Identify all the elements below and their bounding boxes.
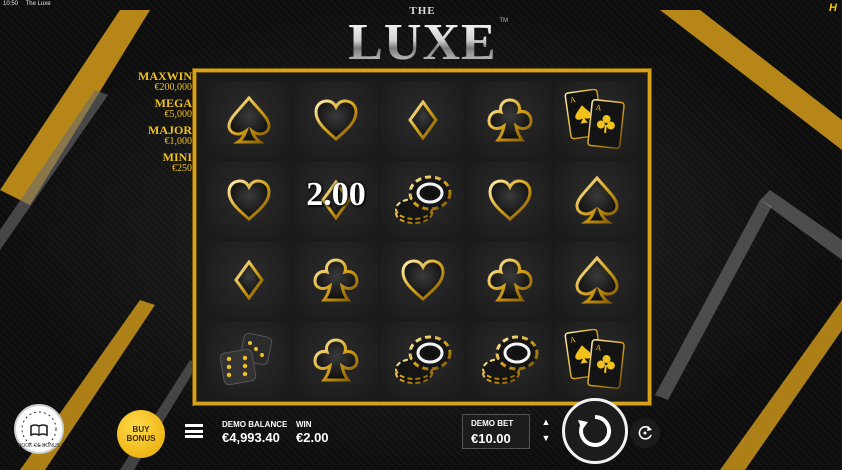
bet-display: DEMO BET €10.00	[462, 414, 530, 449]
reel-cell	[380, 321, 465, 399]
jackpot-name: MEGA	[154, 96, 192, 110]
win-overlay-amount: 2.00	[306, 176, 366, 213]
book-of-bonus-button[interactable]: BOOK OF BONUS	[14, 404, 64, 454]
reel-cell	[380, 241, 465, 319]
jackpot-name: MINI	[162, 150, 192, 164]
jackpot-name: MAXWIN	[138, 69, 192, 83]
svg-text:A: A	[595, 103, 602, 113]
menu-icon[interactable]	[185, 424, 203, 438]
status-time: 10:50	[3, 1, 19, 7]
autoplay-button[interactable]	[630, 418, 660, 448]
bet-decrease-icon[interactable]: ▼	[536, 430, 556, 446]
jackpot-name: MAJOR	[148, 123, 192, 137]
reel-cell	[380, 161, 465, 239]
reel-grid: A A A A	[206, 81, 639, 399]
buy-bonus-label-1: BUY	[132, 425, 150, 434]
reel-cell	[467, 161, 552, 239]
spin-button[interactable]	[562, 398, 628, 464]
spin-arrow-icon	[578, 414, 612, 447]
chips-icon	[390, 329, 456, 391]
title-main: LUXE	[335, 17, 510, 69]
balance-label: DEMO BALANCE	[222, 420, 288, 429]
spade-icon	[574, 255, 620, 305]
reel-cell	[380, 81, 465, 159]
club-icon	[486, 97, 534, 143]
spade-icon	[226, 95, 272, 145]
buy-bonus-label-2: BONUS	[126, 434, 156, 443]
chips-icon	[390, 169, 456, 231]
jackpot-value: €200,000	[154, 82, 193, 93]
reel-cell	[206, 81, 291, 159]
heart-icon	[226, 178, 272, 222]
bet-value: €10.00	[471, 431, 511, 446]
reel-cell	[293, 241, 378, 319]
provider-logo-icon: H	[829, 2, 837, 14]
club-icon	[312, 337, 360, 383]
jackpot-mini: MINI €250	[138, 151, 192, 174]
reel-cell	[554, 241, 639, 319]
book-of-bonus-label: BOOK OF BONUS	[18, 443, 60, 449]
status-app-name: The Luxe	[25, 1, 51, 7]
svg-text:A: A	[595, 343, 602, 353]
jackpot-major: MAJOR €1,000	[138, 124, 192, 147]
jackpot-list: MAXWIN €200,000 MEGA €5,000 MAJOR €1,000…	[138, 70, 192, 178]
reel-cell	[554, 161, 639, 239]
reel-cell: A A	[554, 321, 639, 399]
reel-cell	[467, 241, 552, 319]
jackpot-value: €1,000	[164, 136, 193, 147]
reel-cell	[293, 321, 378, 399]
win-label: WIN	[296, 420, 312, 429]
reel-cell	[467, 81, 552, 159]
jackpot-maxwin: MAXWIN €200,000	[138, 70, 192, 93]
reel-frame: A A A A	[193, 69, 651, 405]
diamond-icon	[407, 100, 438, 140]
bet-increase-icon[interactable]: ▲	[536, 414, 556, 430]
win-value: €2.00	[296, 430, 329, 445]
game-title: THE LUXE TM	[335, 6, 510, 69]
aces-cards-icon: A A	[564, 89, 630, 151]
diamond-icon	[233, 260, 264, 300]
bet-label: DEMO BET	[471, 419, 514, 428]
club-icon	[486, 257, 534, 303]
chips-icon	[477, 329, 543, 391]
title-trademark: TM	[499, 18, 508, 24]
spade-icon	[574, 175, 620, 225]
buy-bonus-button[interactable]: BUY BONUS	[117, 410, 165, 458]
jackpot-value: €250	[172, 163, 192, 174]
autoplay-icon	[638, 426, 652, 440]
heart-icon	[313, 98, 359, 142]
reel-cell	[206, 321, 291, 399]
club-icon	[312, 257, 360, 303]
balance-value: €4,993.40	[222, 430, 280, 445]
heart-icon	[400, 258, 446, 302]
jackpot-value: €5,000	[164, 109, 193, 120]
heart-icon	[487, 178, 533, 222]
reel-cell	[206, 241, 291, 319]
aces-cards-icon: A A	[564, 329, 630, 391]
reel-cell	[206, 161, 291, 239]
reel-cell: A A	[554, 81, 639, 159]
reel-cell	[293, 81, 378, 159]
bet-stepper: ▲ ▼	[536, 414, 556, 449]
jackpot-mega: MEGA €5,000	[138, 97, 192, 120]
reel-cell	[467, 321, 552, 399]
dice-icon	[216, 329, 282, 391]
